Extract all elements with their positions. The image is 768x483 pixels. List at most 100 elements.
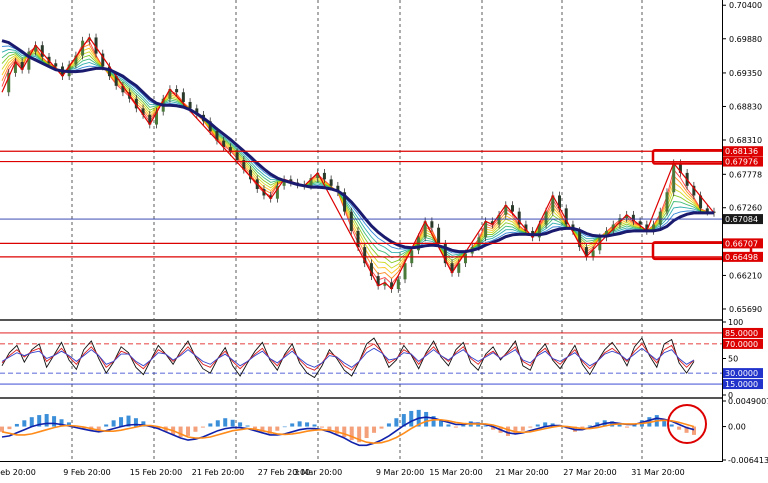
macd-tick-label: 0.00 <box>728 423 746 432</box>
macd-histogram-bar[interactable] <box>505 426 510 436</box>
macd-histogram-bar[interactable] <box>386 423 391 427</box>
macd-histogram-bar[interactable] <box>319 426 324 428</box>
macd-histogram-bar[interactable] <box>379 426 384 429</box>
oscillator-level-label: 85.0000 <box>725 329 758 338</box>
macd-histogram-bar[interactable] <box>535 424 540 427</box>
price-candle[interactable] <box>54 63 58 67</box>
macd-histogram-bar[interactable] <box>22 420 27 427</box>
macd-histogram-bar[interactable] <box>424 411 429 427</box>
price-candle[interactable] <box>349 211 353 231</box>
price-candle[interactable] <box>463 253 467 264</box>
macd-histogram-bar[interactable] <box>372 426 377 433</box>
macd-histogram-bar[interactable] <box>119 417 124 427</box>
macd-histogram-bar[interactable] <box>223 418 228 427</box>
macd-histogram-bar[interactable] <box>625 426 630 428</box>
price-candle[interactable] <box>329 179 333 186</box>
x-tick-label: 9 Feb 20:00 <box>63 468 110 477</box>
y-tick-label: 0.69880 <box>729 35 762 44</box>
macd-histogram-bar[interactable] <box>520 426 525 431</box>
macd-histogram-bar[interactable] <box>111 420 116 427</box>
macd-histogram-bar[interactable] <box>349 426 354 441</box>
macd-histogram-bar[interactable] <box>446 424 451 427</box>
price-candle[interactable] <box>658 211 662 225</box>
macd-histogram-bar[interactable] <box>305 422 310 427</box>
price-candle[interactable] <box>665 192 669 212</box>
y-tick-label: 0.67778 <box>729 170 762 179</box>
macd-histogram-bar[interactable] <box>528 426 533 428</box>
x-tick-label: 21 Mar 20:00 <box>495 468 548 477</box>
macd-histogram-bar[interactable] <box>692 426 696 435</box>
macd-histogram-bar[interactable] <box>669 424 674 427</box>
price-candle[interactable] <box>188 101 192 109</box>
macd-histogram-bar[interactable] <box>275 426 280 431</box>
macd-histogram-bar[interactable] <box>7 426 12 430</box>
price-candle[interactable] <box>235 152 239 160</box>
y-tick-label: 0.68830 <box>729 102 762 111</box>
price-candle[interactable] <box>322 172 326 180</box>
oscillator-level-label: 15.0000 <box>725 380 758 389</box>
macd-histogram-bar[interactable] <box>238 422 243 427</box>
macd-histogram-bar[interactable] <box>297 421 302 427</box>
price-candle[interactable] <box>175 89 179 93</box>
macd-histogram-bar[interactable] <box>282 426 287 428</box>
macd-histogram-bar[interactable] <box>312 424 317 427</box>
x-tick-label: 3 Mar 20:00 <box>294 468 342 477</box>
price-candle[interactable] <box>396 279 400 289</box>
price-candle[interactable] <box>403 263 407 280</box>
price-candle[interactable] <box>356 230 360 248</box>
price-level-label: 0.66707 <box>725 239 758 248</box>
price-level-label: 0.68136 <box>725 147 758 156</box>
macd-histogram-bar[interactable] <box>208 423 213 427</box>
macd-histogram-bar[interactable] <box>104 424 109 427</box>
x-tick-label: 21 Feb 20:00 <box>192 468 244 477</box>
macd-histogram-bar[interactable] <box>677 426 682 430</box>
y-tick-label: 0.66210 <box>729 271 762 280</box>
macd-histogram-bar[interactable] <box>193 426 198 432</box>
trading-chart[interactable]: eb 20:00 9 Feb 20:00 15 Feb 20:00 21 Feb 20… <box>0 0 768 483</box>
x-tick-label: 15 Feb 20:00 <box>130 468 182 477</box>
macd-histogram-bar[interactable] <box>29 417 34 427</box>
macd-histogram-bar[interactable] <box>342 426 347 437</box>
oscillator-level-label: 30.0000 <box>725 369 758 378</box>
macd-histogram-bar[interactable] <box>230 419 235 427</box>
macd-histogram-bar[interactable] <box>290 423 295 427</box>
x-tick-label: 9 Mar 20:00 <box>376 468 424 477</box>
macd-histogram-bar[interactable] <box>453 426 458 428</box>
price-level-label: 0.66498 <box>725 253 758 262</box>
price-candle[interactable] <box>705 208 709 212</box>
macd-histogram-bar[interactable] <box>200 426 205 428</box>
macd-histogram-bar[interactable] <box>245 425 250 427</box>
price-candle[interactable] <box>437 227 441 244</box>
price-candle[interactable] <box>544 211 548 225</box>
y-tick-label: 0.65690 <box>729 305 762 314</box>
macd-histogram-bar[interactable] <box>52 416 57 427</box>
x-tick-label: 31 Mar 20:00 <box>631 468 684 477</box>
y-tick-label: 0.69350 <box>729 69 762 78</box>
price-candle[interactable] <box>510 205 514 212</box>
macd-histogram-bar[interactable] <box>44 414 49 427</box>
macd-histogram-bar[interactable] <box>0 426 4 432</box>
macd-histogram-bar[interactable] <box>513 426 518 434</box>
x-tick-label: 27 Mar 20:00 <box>563 468 616 477</box>
macd-histogram-bar[interactable] <box>178 426 183 437</box>
panel-separator <box>0 397 722 399</box>
price-candle[interactable] <box>672 163 676 193</box>
price-candle[interactable] <box>477 237 481 248</box>
macd-histogram-bar[interactable] <box>409 410 414 427</box>
y-tick-label: 0.67260 <box>729 204 762 213</box>
macd-histogram-bar[interactable] <box>14 423 19 427</box>
macd-tick-label: -0.0064137 <box>728 456 768 465</box>
price-candle[interactable] <box>430 221 434 228</box>
price-candle[interactable] <box>181 92 185 102</box>
oscillator-level-label: 70.0000 <box>725 340 758 349</box>
current-price-label: 0.67084 <box>725 215 758 224</box>
macd-histogram-bar[interactable] <box>186 426 191 436</box>
x-tick-label: eb 20:00 <box>0 468 36 477</box>
macd-histogram-bar[interactable] <box>394 418 399 427</box>
panel-separator <box>0 319 722 321</box>
price-level-label: 0.67976 <box>725 158 758 167</box>
macd-histogram-bar[interactable] <box>215 420 220 427</box>
y-tick-label: 0.70400 <box>729 1 762 10</box>
macd-histogram-bar[interactable] <box>364 426 369 439</box>
oscillator-tick-label: 50 <box>728 355 738 364</box>
